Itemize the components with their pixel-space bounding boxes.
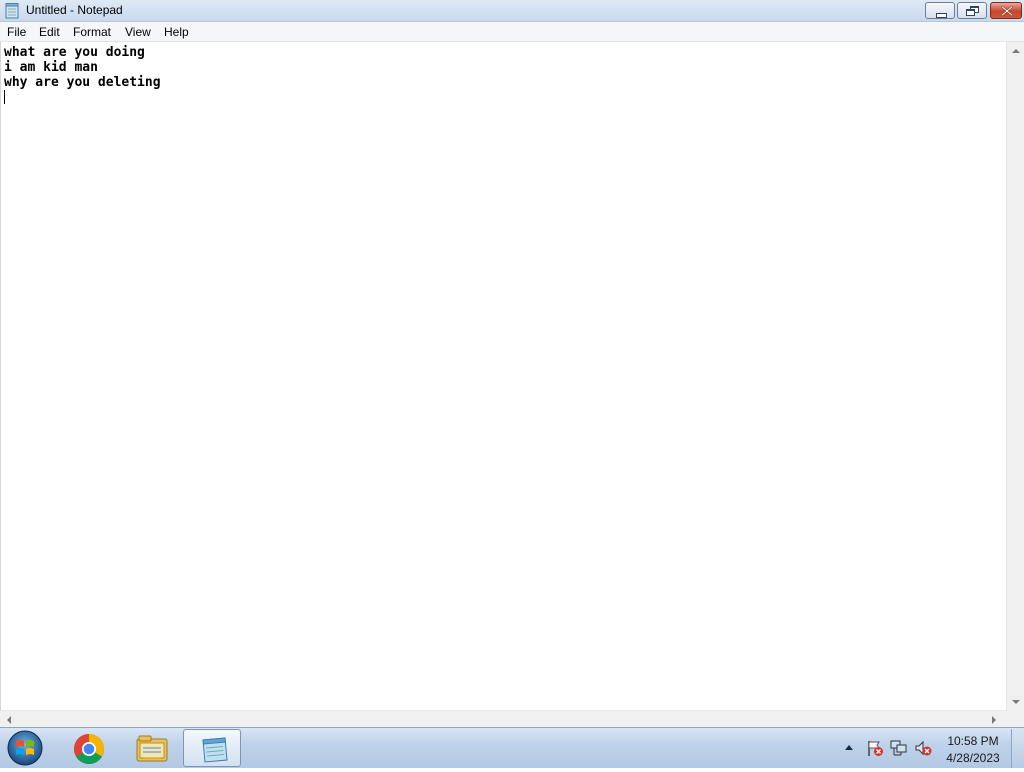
menu-format[interactable]: Format xyxy=(73,25,111,39)
close-icon xyxy=(1001,6,1013,16)
editor-line: what are you doing xyxy=(4,45,145,60)
file-explorer-icon xyxy=(136,735,168,762)
window-title: Untitled - Notepad xyxy=(26,3,123,17)
editor-line: i am kid man xyxy=(4,60,98,75)
taskbar: 10:58 PM 4/28/2023 xyxy=(0,727,1024,768)
menu-bar: File Edit Format View Help xyxy=(0,22,1024,42)
title-bar[interactable]: Untitled - Notepad xyxy=(0,0,1024,22)
scrollbar-corner xyxy=(1006,710,1024,727)
scroll-left-arrow-icon[interactable] xyxy=(7,716,11,724)
start-orb-icon xyxy=(7,730,43,766)
scroll-up-arrow-icon[interactable] xyxy=(1012,49,1020,53)
restore-button[interactable] xyxy=(957,2,987,19)
chrome-icon xyxy=(73,734,105,765)
editor-content: what are you doing i am kid man why are yo… xyxy=(4,45,161,105)
start-button[interactable] xyxy=(5,729,45,767)
notepad-icon xyxy=(5,3,19,19)
notepad-icon xyxy=(202,737,228,763)
vertical-scrollbar[interactable] xyxy=(1006,42,1024,710)
menu-edit[interactable]: Edit xyxy=(39,25,60,39)
taskbar-chrome[interactable] xyxy=(60,729,118,767)
clock-time: 10:58 PM xyxy=(947,734,999,748)
action-center-flag-icon[interactable] xyxy=(866,739,884,757)
text-caret xyxy=(4,90,5,104)
horizontal-scrollbar[interactable] xyxy=(0,710,1006,727)
system-clock[interactable]: 10:58 PM 4/28/2023 xyxy=(940,733,1006,767)
show-desktop-button[interactable] xyxy=(1011,729,1024,768)
taskbar-file-explorer[interactable] xyxy=(122,729,180,767)
taskbar-notepad[interactable] xyxy=(183,729,241,767)
menu-view[interactable]: View xyxy=(125,25,151,39)
menu-file[interactable]: File xyxy=(7,25,26,39)
clock-date: 4/28/2023 xyxy=(946,751,1000,765)
network-icon[interactable] xyxy=(890,739,908,757)
text-editor[interactable]: what are you doing i am kid man why are yo… xyxy=(0,42,1006,710)
scroll-right-arrow-icon[interactable] xyxy=(992,716,996,724)
show-hidden-icons-arrow[interactable] xyxy=(845,745,853,750)
close-button[interactable] xyxy=(990,2,1022,19)
minimize-button[interactable] xyxy=(925,2,955,19)
editor-line: why are you deleting xyxy=(4,75,161,90)
menu-help[interactable]: Help xyxy=(164,25,189,39)
scroll-down-arrow-icon[interactable] xyxy=(1012,700,1020,704)
volume-muted-icon[interactable] xyxy=(914,739,932,757)
